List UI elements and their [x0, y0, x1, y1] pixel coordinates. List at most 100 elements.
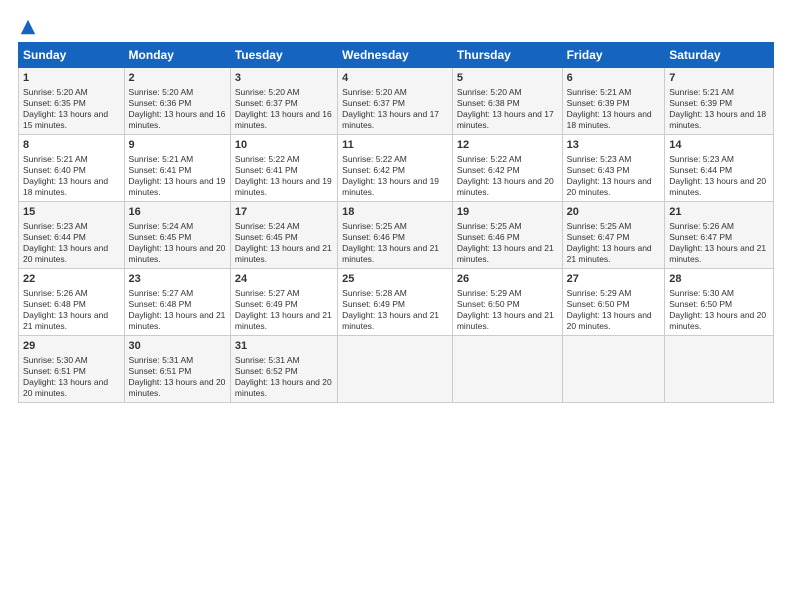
calendar-cell: 13Sunrise: 5:23 AMSunset: 6:43 PMDayligh…	[562, 135, 665, 202]
logo-text	[18, 18, 37, 36]
calendar-cell: 24Sunrise: 5:27 AMSunset: 6:49 PMDayligh…	[230, 269, 337, 336]
calendar-cell: 25Sunrise: 5:28 AMSunset: 6:49 PMDayligh…	[338, 269, 453, 336]
sunset-text: Sunset: 6:45 PM	[235, 232, 333, 243]
calendar-cell: 8Sunrise: 5:21 AMSunset: 6:40 PMDaylight…	[19, 135, 125, 202]
sunrise-text: Sunrise: 5:29 AM	[457, 288, 558, 299]
day-header: Tuesday	[230, 43, 337, 68]
sunset-text: Sunset: 6:50 PM	[457, 299, 558, 310]
logo-icon	[19, 18, 37, 36]
calendar-cell: 20Sunrise: 5:25 AMSunset: 6:47 PMDayligh…	[562, 202, 665, 269]
daylight-text: Daylight: 13 hours and 16 minutes.	[235, 109, 333, 131]
daylight-text: Daylight: 13 hours and 20 minutes.	[669, 310, 769, 332]
sunset-text: Sunset: 6:41 PM	[235, 165, 333, 176]
calendar-cell: 22Sunrise: 5:26 AMSunset: 6:48 PMDayligh…	[19, 269, 125, 336]
day-number: 21	[669, 205, 769, 220]
calendar-cell: 3Sunrise: 5:20 AMSunset: 6:37 PMDaylight…	[230, 68, 337, 135]
calendar-cell: 30Sunrise: 5:31 AMSunset: 6:51 PMDayligh…	[124, 336, 230, 403]
day-number: 13	[567, 138, 661, 153]
day-number: 4	[342, 71, 448, 86]
sunrise-text: Sunrise: 5:25 AM	[342, 221, 448, 232]
sunset-text: Sunset: 6:50 PM	[567, 299, 661, 310]
calendar-cell: 17Sunrise: 5:24 AMSunset: 6:45 PMDayligh…	[230, 202, 337, 269]
calendar-cell: 15Sunrise: 5:23 AMSunset: 6:44 PMDayligh…	[19, 202, 125, 269]
sunrise-text: Sunrise: 5:26 AM	[23, 288, 120, 299]
calendar-cell: 28Sunrise: 5:30 AMSunset: 6:50 PMDayligh…	[665, 269, 774, 336]
logo	[18, 18, 37, 36]
sunrise-text: Sunrise: 5:22 AM	[457, 154, 558, 165]
calendar-cell: 1Sunrise: 5:20 AMSunset: 6:35 PMDaylight…	[19, 68, 125, 135]
calendar-cell: 10Sunrise: 5:22 AMSunset: 6:41 PMDayligh…	[230, 135, 337, 202]
day-number: 28	[669, 272, 769, 287]
day-header: Saturday	[665, 43, 774, 68]
day-number: 25	[342, 272, 448, 287]
sunrise-text: Sunrise: 5:20 AM	[457, 87, 558, 98]
day-number: 7	[669, 71, 769, 86]
sunrise-text: Sunrise: 5:25 AM	[457, 221, 558, 232]
sunset-text: Sunset: 6:50 PM	[669, 299, 769, 310]
daylight-text: Daylight: 13 hours and 21 minutes.	[567, 243, 661, 265]
day-number: 24	[235, 272, 333, 287]
daylight-text: Daylight: 13 hours and 19 minutes.	[342, 176, 448, 198]
calendar-cell: 12Sunrise: 5:22 AMSunset: 6:42 PMDayligh…	[452, 135, 562, 202]
calendar-week-row: 22Sunrise: 5:26 AMSunset: 6:48 PMDayligh…	[19, 269, 774, 336]
sunset-text: Sunset: 6:49 PM	[235, 299, 333, 310]
sunrise-text: Sunrise: 5:22 AM	[235, 154, 333, 165]
day-number: 12	[457, 138, 558, 153]
sunrise-text: Sunrise: 5:23 AM	[23, 221, 120, 232]
daylight-text: Daylight: 13 hours and 21 minutes.	[342, 243, 448, 265]
sunset-text: Sunset: 6:37 PM	[235, 98, 333, 109]
sunset-text: Sunset: 6:39 PM	[567, 98, 661, 109]
sunrise-text: Sunrise: 5:29 AM	[567, 288, 661, 299]
sunset-text: Sunset: 6:43 PM	[567, 165, 661, 176]
sunset-text: Sunset: 6:37 PM	[342, 98, 448, 109]
day-number: 8	[23, 138, 120, 153]
calendar-cell: 2Sunrise: 5:20 AMSunset: 6:36 PMDaylight…	[124, 68, 230, 135]
calendar-cell	[665, 336, 774, 403]
sunrise-text: Sunrise: 5:27 AM	[129, 288, 226, 299]
day-number: 9	[129, 138, 226, 153]
calendar-week-row: 8Sunrise: 5:21 AMSunset: 6:40 PMDaylight…	[19, 135, 774, 202]
day-number: 20	[567, 205, 661, 220]
calendar-cell: 16Sunrise: 5:24 AMSunset: 6:45 PMDayligh…	[124, 202, 230, 269]
day-number: 31	[235, 339, 333, 354]
sunrise-text: Sunrise: 5:20 AM	[342, 87, 448, 98]
sunset-text: Sunset: 6:46 PM	[457, 232, 558, 243]
daylight-text: Daylight: 13 hours and 21 minutes.	[457, 243, 558, 265]
header-row: SundayMondayTuesdayWednesdayThursdayFrid…	[19, 43, 774, 68]
daylight-text: Daylight: 13 hours and 17 minutes.	[457, 109, 558, 131]
daylight-text: Daylight: 13 hours and 21 minutes.	[457, 310, 558, 332]
day-number: 16	[129, 205, 226, 220]
sunrise-text: Sunrise: 5:31 AM	[129, 355, 226, 366]
calendar-cell: 5Sunrise: 5:20 AMSunset: 6:38 PMDaylight…	[452, 68, 562, 135]
daylight-text: Daylight: 13 hours and 20 minutes.	[457, 176, 558, 198]
daylight-text: Daylight: 13 hours and 21 minutes.	[669, 243, 769, 265]
calendar-cell: 23Sunrise: 5:27 AMSunset: 6:48 PMDayligh…	[124, 269, 230, 336]
day-number: 10	[235, 138, 333, 153]
day-number: 15	[23, 205, 120, 220]
calendar-cell: 19Sunrise: 5:25 AMSunset: 6:46 PMDayligh…	[452, 202, 562, 269]
sunrise-text: Sunrise: 5:31 AM	[235, 355, 333, 366]
day-header: Sunday	[19, 43, 125, 68]
calendar-cell: 26Sunrise: 5:29 AMSunset: 6:50 PMDayligh…	[452, 269, 562, 336]
daylight-text: Daylight: 13 hours and 20 minutes.	[235, 377, 333, 399]
calendar-cell	[338, 336, 453, 403]
calendar-cell: 21Sunrise: 5:26 AMSunset: 6:47 PMDayligh…	[665, 202, 774, 269]
day-header: Monday	[124, 43, 230, 68]
sunset-text: Sunset: 6:44 PM	[669, 165, 769, 176]
day-number: 29	[23, 339, 120, 354]
sunrise-text: Sunrise: 5:25 AM	[567, 221, 661, 232]
daylight-text: Daylight: 13 hours and 20 minutes.	[669, 176, 769, 198]
calendar-cell: 9Sunrise: 5:21 AMSunset: 6:41 PMDaylight…	[124, 135, 230, 202]
daylight-text: Daylight: 13 hours and 21 minutes.	[235, 310, 333, 332]
day-number: 5	[457, 71, 558, 86]
calendar-cell	[452, 336, 562, 403]
sunrise-text: Sunrise: 5:20 AM	[23, 87, 120, 98]
sunset-text: Sunset: 6:35 PM	[23, 98, 120, 109]
calendar-body: 1Sunrise: 5:20 AMSunset: 6:35 PMDaylight…	[19, 68, 774, 403]
sunrise-text: Sunrise: 5:20 AM	[129, 87, 226, 98]
calendar-cell: 7Sunrise: 5:21 AMSunset: 6:39 PMDaylight…	[665, 68, 774, 135]
page-container: SundayMondayTuesdayWednesdayThursdayFrid…	[0, 0, 792, 413]
sunrise-text: Sunrise: 5:23 AM	[669, 154, 769, 165]
calendar-cell: 18Sunrise: 5:25 AMSunset: 6:46 PMDayligh…	[338, 202, 453, 269]
calendar-cell	[562, 336, 665, 403]
